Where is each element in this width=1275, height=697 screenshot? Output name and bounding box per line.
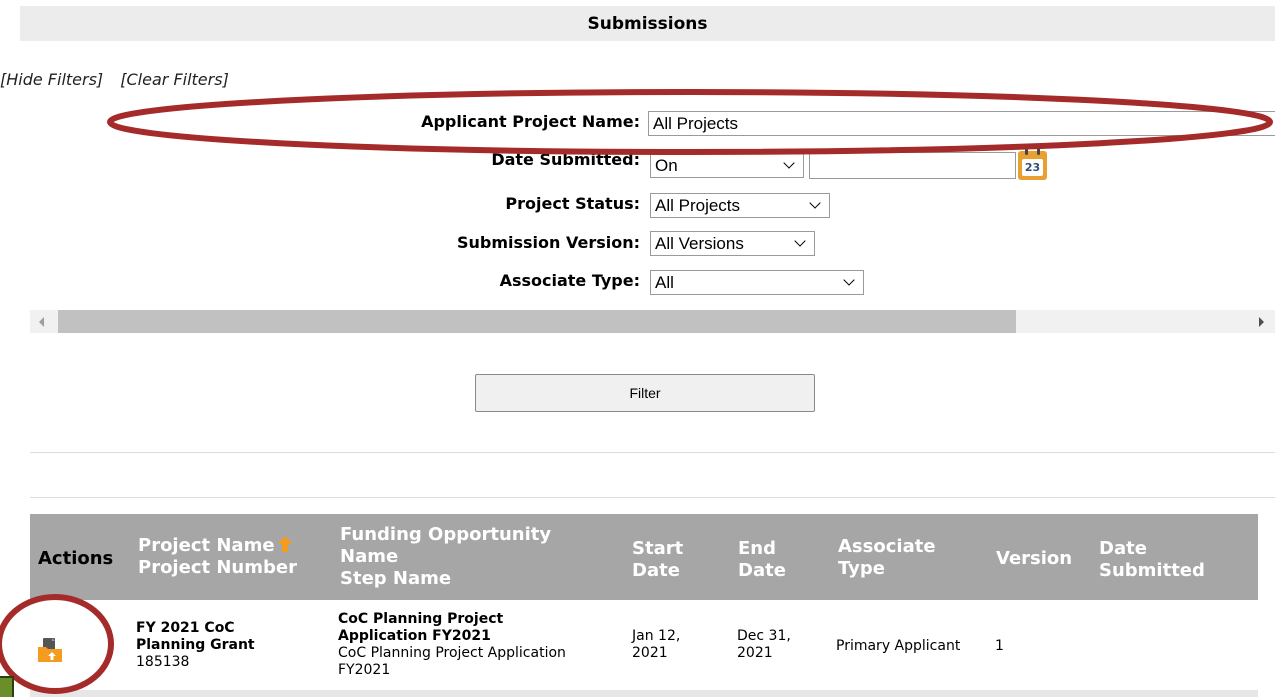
chevron-down-icon <box>809 196 821 209</box>
project-number: 185138 <box>136 654 190 670</box>
col-start-date-1[interactable]: Start <box>632 538 683 559</box>
chevron-down-icon <box>783 156 795 169</box>
divider <box>30 497 1275 498</box>
col-associate-type-1[interactable]: Associate <box>838 536 936 557</box>
table-header: Actions Project Name Project Number Fund… <box>30 514 1258 600</box>
associate-type-value: All <box>655 272 674 292</box>
cell-end-date: Dec 31, 2021 <box>737 628 791 662</box>
col-associate-type-2[interactable]: Type <box>838 558 885 579</box>
step-line1: CoC Planning Project Application <box>338 645 566 661</box>
associate-type-select[interactable]: All <box>650 270 864 295</box>
calendar-ring <box>1025 148 1028 155</box>
col-start-date-2[interactable]: Date <box>632 560 680 581</box>
decorative-corner <box>0 676 14 697</box>
scroll-right-icon[interactable] <box>1259 317 1264 327</box>
col-date-submitted-2[interactable]: Submitted <box>1099 560 1205 581</box>
col-date-submitted-1[interactable]: Date <box>1099 538 1147 559</box>
project-name-select[interactable]: All Projects <box>648 111 1275 136</box>
calendar-ring <box>1037 148 1040 155</box>
open-application-icon[interactable] <box>38 638 62 662</box>
step-line2: FY2021 <box>338 662 391 678</box>
funding-line2: Application FY2021 <box>338 628 491 644</box>
col-funding-name-1[interactable]: Funding Opportunity <box>340 524 551 545</box>
project-name-value: All Projects <box>653 113 739 133</box>
date-operator-value: On <box>655 155 678 175</box>
col-end-date-1[interactable]: End <box>738 538 776 559</box>
date-submitted-input[interactable] <box>809 152 1016 179</box>
start-date-line2: 2021 <box>632 645 668 661</box>
col-end-date-2[interactable]: Date <box>738 560 786 581</box>
scroll-left-icon[interactable] <box>39 317 44 327</box>
project-name-line1: FY 2021 CoC <box>136 620 235 636</box>
col-funding-name-2[interactable]: Name <box>340 546 398 567</box>
calendar-day: 23 <box>1022 159 1043 176</box>
project-status-label: Project Status: <box>505 194 640 213</box>
cell-project-name: FY 2021 CoC Planning Grant 185138 <box>136 620 255 671</box>
project-status-value: All Projects <box>655 195 741 215</box>
horizontal-scrollbar[interactable] <box>30 310 1275 333</box>
col-step-name[interactable]: Step Name <box>340 568 451 589</box>
col-project-name[interactable]: Project Name <box>138 535 293 556</box>
cell-funding-opportunity: CoC Planning Project Application FY2021 … <box>338 611 566 679</box>
chevron-down-icon <box>794 234 806 247</box>
divider <box>30 452 1275 453</box>
cell-associate-type: Primary Applicant <box>836 638 961 654</box>
submission-version-select[interactable]: All Versions <box>650 231 815 256</box>
funding-line1: CoC Planning Project <box>338 611 504 627</box>
col-version[interactable]: Version <box>996 548 1072 569</box>
col-project-number[interactable]: Project Number <box>138 557 297 578</box>
submission-version-value: All Versions <box>655 233 744 253</box>
end-date-line2: 2021 <box>737 645 773 661</box>
hide-filters-link[interactable]: [Hide Filters] <box>0 70 103 89</box>
filter-button[interactable]: Filter <box>475 374 815 412</box>
col-project-name-text: Project Name <box>138 535 275 556</box>
filter-links: [Hide Filters] [Clear Filters] <box>0 70 241 89</box>
page-title-text: Submissions <box>587 13 708 34</box>
col-actions: Actions <box>38 548 114 569</box>
calendar-icon[interactable]: 23 <box>1018 148 1047 180</box>
cell-start-date: Jan 12, 2021 <box>632 628 680 662</box>
chevron-down-icon <box>843 273 855 286</box>
project-name-line2: Planning Grant <box>136 637 255 653</box>
date-operator-select[interactable]: On <box>650 153 804 178</box>
clear-filters-link[interactable]: [Clear Filters] <box>120 70 229 89</box>
page-title: Submissions <box>20 6 1275 41</box>
table-row: FY 2021 CoC Planning Grant 185138 CoC Pl… <box>30 600 1258 690</box>
sort-up-arrow-icon[interactable] <box>277 535 293 553</box>
date-submitted-label: Date Submitted: <box>491 150 640 169</box>
table-row-divider <box>30 690 1258 697</box>
project-status-select[interactable]: All Projects <box>650 193 830 218</box>
cell-version: 1 <box>995 638 1004 654</box>
submission-version-label: Submission Version: <box>456 233 640 252</box>
start-date-line1: Jan 12, <box>632 628 681 644</box>
scrollbar-thumb[interactable] <box>58 310 1016 333</box>
project-name-label: Applicant Project Name: <box>421 112 640 131</box>
end-date-line1: Dec 31, <box>737 628 791 644</box>
associate-type-label: Associate Type: <box>499 271 640 290</box>
